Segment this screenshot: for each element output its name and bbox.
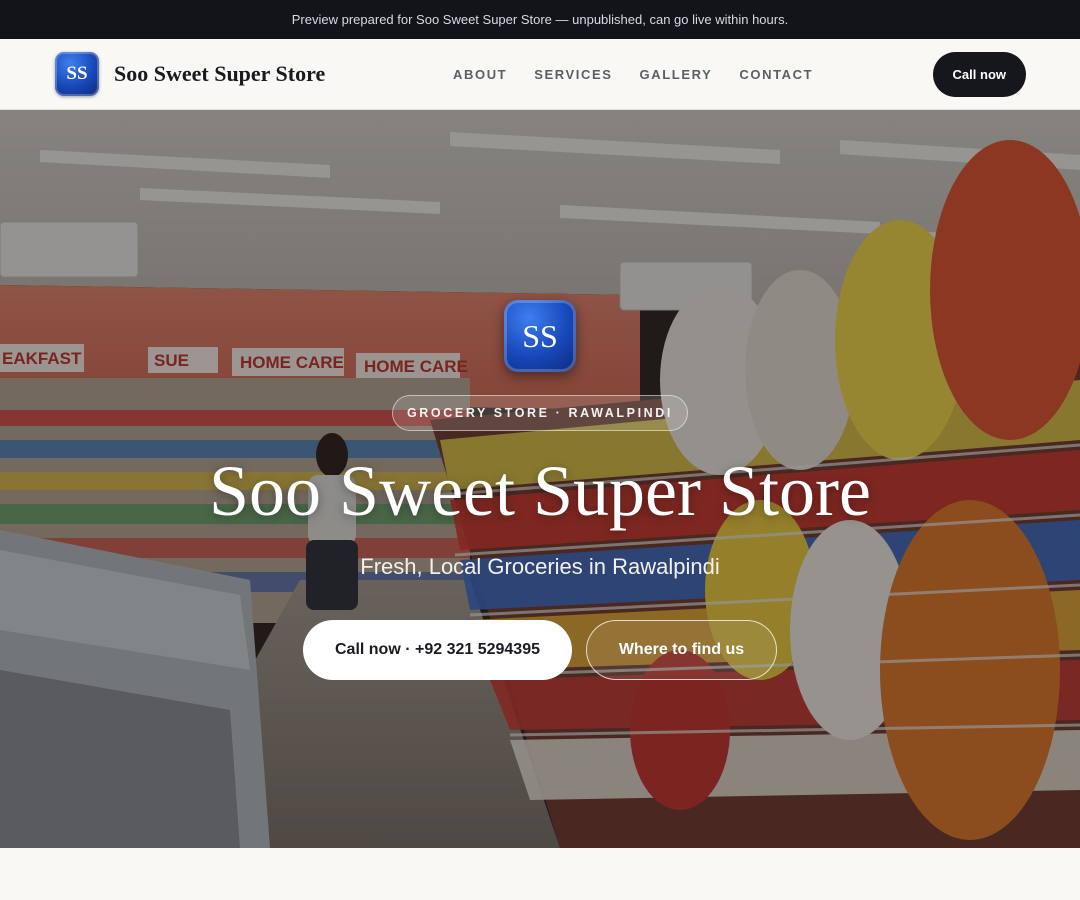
nav-services[interactable]: SERVICES: [534, 67, 612, 82]
logo-icon[interactable]: SS: [55, 52, 99, 96]
hero-subtitle: Fresh, Local Groceries in Rawalpindi: [360, 554, 720, 579]
nav-contact[interactable]: CONTACT: [739, 67, 813, 82]
nav-gallery[interactable]: GALLERY: [640, 67, 713, 82]
preview-banner: Preview prepared for Soo Sweet Super Sto…: [0, 0, 1080, 39]
preview-banner-text: Preview prepared for Soo Sweet Super Sto…: [291, 12, 789, 27]
find-us-button[interactable]: Where to find us: [586, 620, 777, 680]
hero-section: EAKFAST SUE HOME CARE HOME CARE SS GROCE…: [0, 110, 1080, 848]
brand[interactable]: SS Soo Sweet Super Store: [55, 52, 325, 96]
call-phone-button[interactable]: Call now · +92 321 5294395: [303, 620, 572, 680]
main-nav: ABOUT SERVICES GALLERY CONTACT: [453, 39, 813, 109]
nav-about[interactable]: ABOUT: [453, 67, 507, 82]
category-badge: GROCERY STORE · RAWALPINDI: [392, 395, 688, 431]
hero-content: SS GROCERY STORE · RAWALPINDI Soo Sweet …: [0, 110, 1080, 848]
hero-title: Soo Sweet Super Store: [209, 451, 871, 531]
call-now-button[interactable]: Call now: [932, 51, 1026, 97]
site-header: SS Soo Sweet Super Store ABOUT SERVICES …: [0, 39, 1080, 110]
brand-name[interactable]: Soo Sweet Super Store: [114, 61, 325, 87]
hero-logo-icon: SS: [504, 300, 576, 372]
